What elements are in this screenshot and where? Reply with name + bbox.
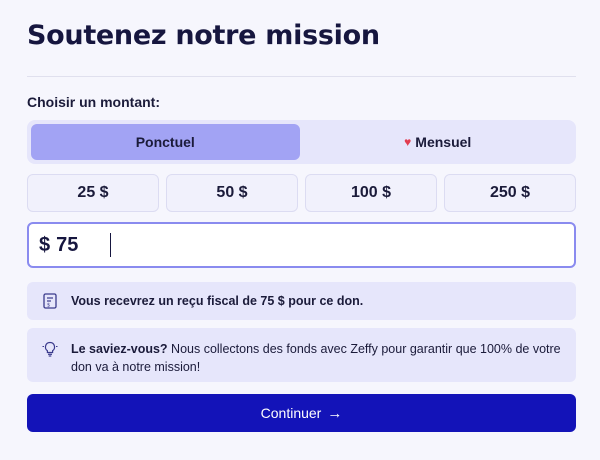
page-title: Soutenez notre mission xyxy=(27,20,380,51)
preset-amounts: 25 $ 50 $ 100 $ 250 $ xyxy=(27,174,576,212)
tip-lead: Le saviez-vous? xyxy=(71,342,168,356)
amount-label: Choisir un montant: xyxy=(27,94,160,110)
frequency-toggle: Ponctuel ♥ Mensuel xyxy=(27,120,576,164)
receipt-notice: $ Vous recevrez un reçu fiscal de 75 $ p… xyxy=(27,282,576,320)
title-divider xyxy=(27,76,576,77)
donation-form: Soutenez notre mission Choisir un montan… xyxy=(0,0,600,460)
tip-notice: Le saviez-vous? Nous collectons des fond… xyxy=(27,328,576,382)
amount-50-button[interactable]: 50 $ xyxy=(166,174,298,212)
tip-text: Le saviez-vous? Nous collectons des fond… xyxy=(71,340,562,376)
frequency-monthly-label: Mensuel xyxy=(415,134,472,150)
arrow-right-icon: → xyxy=(327,404,343,422)
heart-icon: ♥ xyxy=(404,135,412,149)
text-caret xyxy=(110,233,111,257)
custom-amount-field[interactable]: $ xyxy=(27,222,576,268)
continue-button[interactable]: Continuer → xyxy=(27,394,576,432)
amount-250-button[interactable]: 250 $ xyxy=(444,174,576,212)
custom-amount-input[interactable] xyxy=(56,233,537,257)
lightbulb-icon xyxy=(41,340,59,358)
currency-symbol: $ xyxy=(39,233,51,256)
continue-label: Continuer xyxy=(260,405,322,421)
frequency-monthly-button[interactable]: ♥ Mensuel xyxy=(304,124,573,160)
amount-100-button[interactable]: 100 $ xyxy=(305,174,437,212)
receipt-icon: $ xyxy=(41,292,59,310)
frequency-one-time-button[interactable]: Ponctuel xyxy=(31,124,300,160)
amount-25-button[interactable]: 25 $ xyxy=(27,174,159,212)
frequency-one-time-label: Ponctuel xyxy=(135,134,195,150)
receipt-text: Vous recevrez un reçu fiscal de 75 $ pou… xyxy=(71,294,364,308)
svg-text:$: $ xyxy=(47,303,50,309)
